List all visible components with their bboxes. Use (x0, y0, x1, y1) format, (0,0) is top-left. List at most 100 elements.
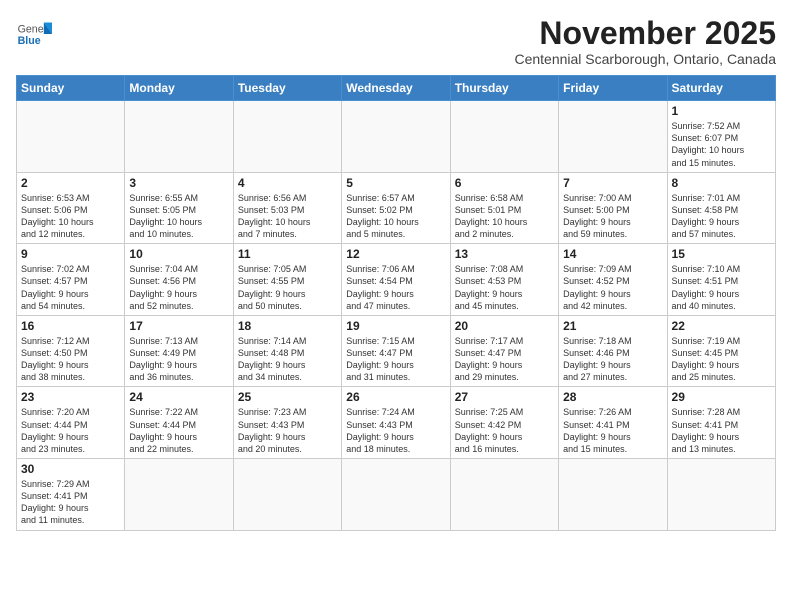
calendar-week-3: 9 Sunrise: 7:02 AM Sunset: 4:57 PM Daylig… (17, 244, 776, 316)
day-number: 5 (346, 176, 445, 190)
day-number: 17 (129, 319, 228, 333)
calendar-week-6: 30 Sunrise: 7:29 AM Sunset: 4:41 PM Dayli… (17, 459, 776, 531)
cell-sun-info: Sunrise: 7:01 AM Sunset: 4:58 PM Dayligh… (672, 192, 771, 241)
calendar-cell: 30 Sunrise: 7:29 AM Sunset: 4:41 PM Dayli… (17, 459, 125, 531)
day-number: 15 (672, 247, 771, 261)
calendar-cell: 21 Sunrise: 7:18 AM Sunset: 4:46 PM Dayli… (559, 315, 667, 387)
title-block: November 2025 Centennial Scarborough, On… (514, 16, 776, 67)
cell-sun-info: Sunrise: 6:53 AM Sunset: 5:06 PM Dayligh… (21, 192, 120, 241)
day-number: 9 (21, 247, 120, 261)
day-header-friday: Friday (559, 76, 667, 101)
calendar-cell: 10 Sunrise: 7:04 AM Sunset: 4:56 PM Dayli… (125, 244, 233, 316)
calendar-cell (450, 459, 558, 531)
day-number: 14 (563, 247, 662, 261)
cell-sun-info: Sunrise: 7:24 AM Sunset: 4:43 PM Dayligh… (346, 406, 445, 455)
calendar-cell (125, 101, 233, 173)
day-number: 2 (21, 176, 120, 190)
cell-sun-info: Sunrise: 6:55 AM Sunset: 5:05 PM Dayligh… (129, 192, 228, 241)
calendar-table: SundayMondayTuesdayWednesdayThursdayFrid… (16, 75, 776, 530)
cell-sun-info: Sunrise: 7:22 AM Sunset: 4:44 PM Dayligh… (129, 406, 228, 455)
calendar-cell: 5 Sunrise: 6:57 AM Sunset: 5:02 PM Daylig… (342, 172, 450, 244)
calendar-cell: 8 Sunrise: 7:01 AM Sunset: 4:58 PM Daylig… (667, 172, 775, 244)
day-number: 7 (563, 176, 662, 190)
calendar-cell: 27Sunrise: 7:25 AM Sunset: 4:42 PM Dayli… (450, 387, 558, 459)
calendar-cell: 17 Sunrise: 7:13 AM Sunset: 4:49 PM Dayli… (125, 315, 233, 387)
calendar-cell: 20Sunrise: 7:17 AM Sunset: 4:47 PM Dayli… (450, 315, 558, 387)
calendar-cell (342, 459, 450, 531)
day-number: 18 (238, 319, 337, 333)
day-number: 21 (563, 319, 662, 333)
calendar-cell: 15Sunrise: 7:10 AM Sunset: 4:51 PM Dayli… (667, 244, 775, 316)
calendar-cell: 2 Sunrise: 6:53 AM Sunset: 5:06 PM Daylig… (17, 172, 125, 244)
cell-sun-info: Sunrise: 7:17 AM Sunset: 4:47 PM Dayligh… (455, 335, 554, 384)
day-header-sunday: Sunday (17, 76, 125, 101)
day-number: 10 (129, 247, 228, 261)
calendar-cell: 13 Sunrise: 7:08 AM Sunset: 4:53 PM Dayli… (450, 244, 558, 316)
cell-sun-info: Sunrise: 6:57 AM Sunset: 5:02 PM Dayligh… (346, 192, 445, 241)
cell-sun-info: Sunrise: 7:19 AM Sunset: 4:45 PM Dayligh… (672, 335, 771, 384)
calendar-week-2: 2 Sunrise: 6:53 AM Sunset: 5:06 PM Daylig… (17, 172, 776, 244)
cell-sun-info: Sunrise: 7:02 AM Sunset: 4:57 PM Dayligh… (21, 263, 120, 312)
day-number: 4 (238, 176, 337, 190)
day-number: 24 (129, 390, 228, 404)
day-number: 23 (21, 390, 120, 404)
day-number: 16 (21, 319, 120, 333)
cell-sun-info: Sunrise: 7:06 AM Sunset: 4:54 PM Dayligh… (346, 263, 445, 312)
calendar-cell: 29Sunrise: 7:28 AM Sunset: 4:41 PM Dayli… (667, 387, 775, 459)
day-number: 13 (455, 247, 554, 261)
cell-sun-info: Sunrise: 7:00 AM Sunset: 5:00 PM Dayligh… (563, 192, 662, 241)
calendar-cell: 1Sunrise: 7:52 AM Sunset: 6:07 PM Daylig… (667, 101, 775, 173)
calendar-cell: 6 Sunrise: 6:58 AM Sunset: 5:01 PM Daylig… (450, 172, 558, 244)
cell-sun-info: Sunrise: 6:58 AM Sunset: 5:01 PM Dayligh… (455, 192, 554, 241)
cell-sun-info: Sunrise: 7:13 AM Sunset: 4:49 PM Dayligh… (129, 335, 228, 384)
calendar-body: 1Sunrise: 7:52 AM Sunset: 6:07 PM Daylig… (17, 101, 776, 530)
day-number: 29 (672, 390, 771, 404)
cell-sun-info: Sunrise: 7:26 AM Sunset: 4:41 PM Dayligh… (563, 406, 662, 455)
month-year-title: November 2025 (514, 16, 776, 51)
cell-sun-info: Sunrise: 7:52 AM Sunset: 6:07 PM Dayligh… (672, 120, 771, 169)
cell-sun-info: Sunrise: 6:56 AM Sunset: 5:03 PM Dayligh… (238, 192, 337, 241)
calendar-cell (342, 101, 450, 173)
calendar-week-5: 23 Sunrise: 7:20 AM Sunset: 4:44 PM Dayli… (17, 387, 776, 459)
calendar-cell: 26 Sunrise: 7:24 AM Sunset: 4:43 PM Dayli… (342, 387, 450, 459)
day-number: 6 (455, 176, 554, 190)
day-number: 30 (21, 462, 120, 476)
day-number: 3 (129, 176, 228, 190)
calendar-cell: 24 Sunrise: 7:22 AM Sunset: 4:44 PM Dayli… (125, 387, 233, 459)
day-number: 8 (672, 176, 771, 190)
cell-sun-info: Sunrise: 7:08 AM Sunset: 4:53 PM Dayligh… (455, 263, 554, 312)
cell-sun-info: Sunrise: 7:18 AM Sunset: 4:46 PM Dayligh… (563, 335, 662, 384)
calendar-cell: 14 Sunrise: 7:09 AM Sunset: 4:52 PM Dayli… (559, 244, 667, 316)
svg-text:Blue: Blue (18, 35, 41, 47)
day-number: 26 (346, 390, 445, 404)
calendar-cell: 19Sunrise: 7:15 AM Sunset: 4:47 PM Dayli… (342, 315, 450, 387)
cell-sun-info: Sunrise: 7:23 AM Sunset: 4:43 PM Dayligh… (238, 406, 337, 455)
calendar-cell: 23 Sunrise: 7:20 AM Sunset: 4:44 PM Dayli… (17, 387, 125, 459)
cell-sun-info: Sunrise: 7:04 AM Sunset: 4:56 PM Dayligh… (129, 263, 228, 312)
calendar-cell (667, 459, 775, 531)
calendar-cell: 9 Sunrise: 7:02 AM Sunset: 4:57 PM Daylig… (17, 244, 125, 316)
day-number: 12 (346, 247, 445, 261)
calendar-cell: 16 Sunrise: 7:12 AM Sunset: 4:50 PM Dayli… (17, 315, 125, 387)
calendar-cell (233, 459, 341, 531)
calendar-cell: 4 Sunrise: 6:56 AM Sunset: 5:03 PM Daylig… (233, 172, 341, 244)
calendar-cell: 12 Sunrise: 7:06 AM Sunset: 4:54 PM Dayli… (342, 244, 450, 316)
day-header-wednesday: Wednesday (342, 76, 450, 101)
calendar-cell: 7 Sunrise: 7:00 AM Sunset: 5:00 PM Daylig… (559, 172, 667, 244)
calendar-cell (450, 101, 558, 173)
day-number: 19 (346, 319, 445, 333)
cell-sun-info: Sunrise: 7:12 AM Sunset: 4:50 PM Dayligh… (21, 335, 120, 384)
calendar-week-4: 16 Sunrise: 7:12 AM Sunset: 4:50 PM Dayli… (17, 315, 776, 387)
day-number: 28 (563, 390, 662, 404)
calendar-cell (559, 459, 667, 531)
logo: General Blue (16, 16, 52, 52)
cell-sun-info: Sunrise: 7:20 AM Sunset: 4:44 PM Dayligh… (21, 406, 120, 455)
cell-sun-info: Sunrise: 7:09 AM Sunset: 4:52 PM Dayligh… (563, 263, 662, 312)
day-number: 22 (672, 319, 771, 333)
calendar-cell: 28 Sunrise: 7:26 AM Sunset: 4:41 PM Dayli… (559, 387, 667, 459)
calendar-cell: 25Sunrise: 7:23 AM Sunset: 4:43 PM Dayli… (233, 387, 341, 459)
cell-sun-info: Sunrise: 7:29 AM Sunset: 4:41 PM Dayligh… (21, 478, 120, 527)
day-header-tuesday: Tuesday (233, 76, 341, 101)
calendar-cell (233, 101, 341, 173)
cell-sun-info: Sunrise: 7:05 AM Sunset: 4:55 PM Dayligh… (238, 263, 337, 312)
